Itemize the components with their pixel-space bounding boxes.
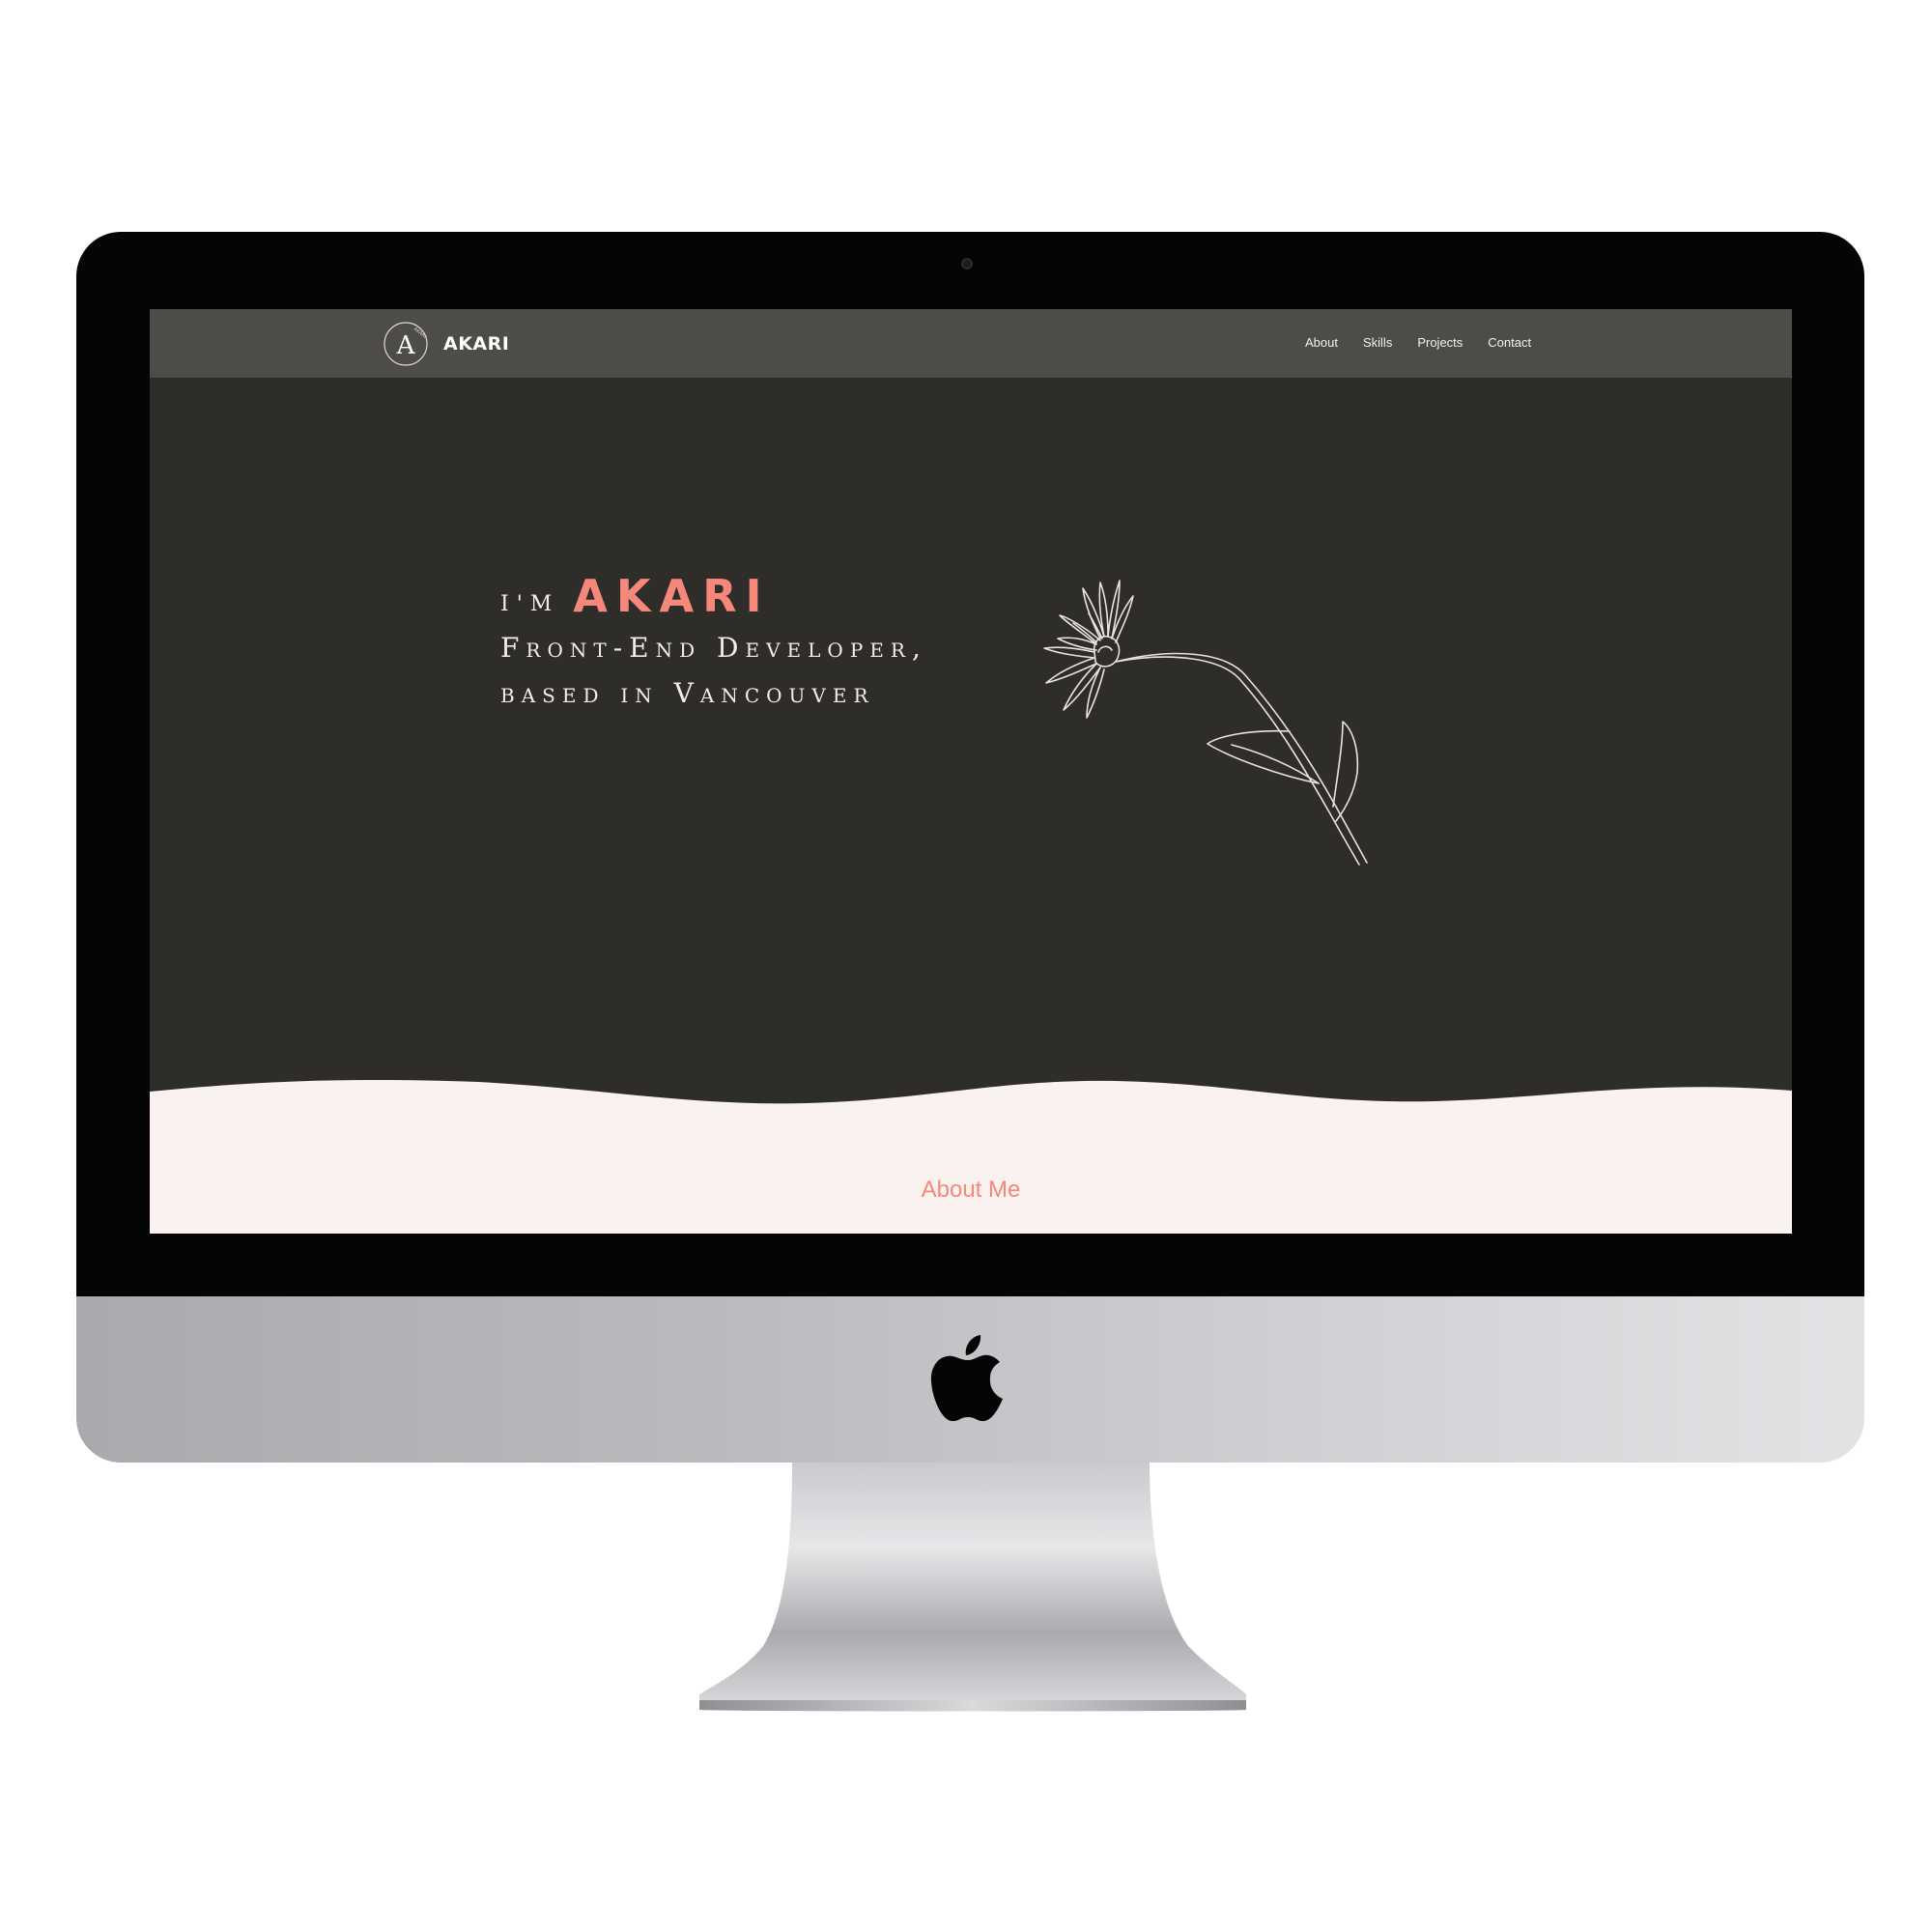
nav-link-contact[interactable]: Contact bbox=[1488, 335, 1531, 350]
akari-logo-icon: A AKARI bbox=[384, 322, 428, 366]
hero-name: AKARI bbox=[573, 570, 771, 622]
brand[interactable]: A AKARI AKARI bbox=[382, 319, 509, 369]
nav-links: About Skills Projects Contact bbox=[1305, 335, 1531, 350]
hero-intro: I'M bbox=[500, 592, 560, 616]
camera-icon bbox=[961, 258, 973, 270]
imac-stand bbox=[699, 1463, 1246, 1712]
apple-logo-icon bbox=[930, 1335, 1003, 1422]
logo-letter: A bbox=[396, 331, 416, 360]
nav-link-about[interactable]: About bbox=[1305, 335, 1338, 350]
section-divider-wave bbox=[150, 1080, 1792, 1234]
nav-link-projects[interactable]: Projects bbox=[1417, 335, 1463, 350]
brand-name: AKARI bbox=[443, 333, 510, 355]
daisy-flower-icon bbox=[1043, 580, 1368, 866]
navbar: A AKARI AKARI About Skills Projects Cont… bbox=[150, 309, 1792, 378]
website-screen: A AKARI AKARI About Skills Projects Cont… bbox=[150, 309, 1792, 1234]
nav-link-skills[interactable]: Skills bbox=[1363, 335, 1392, 350]
about-heading: About Me bbox=[921, 1177, 1021, 1203]
